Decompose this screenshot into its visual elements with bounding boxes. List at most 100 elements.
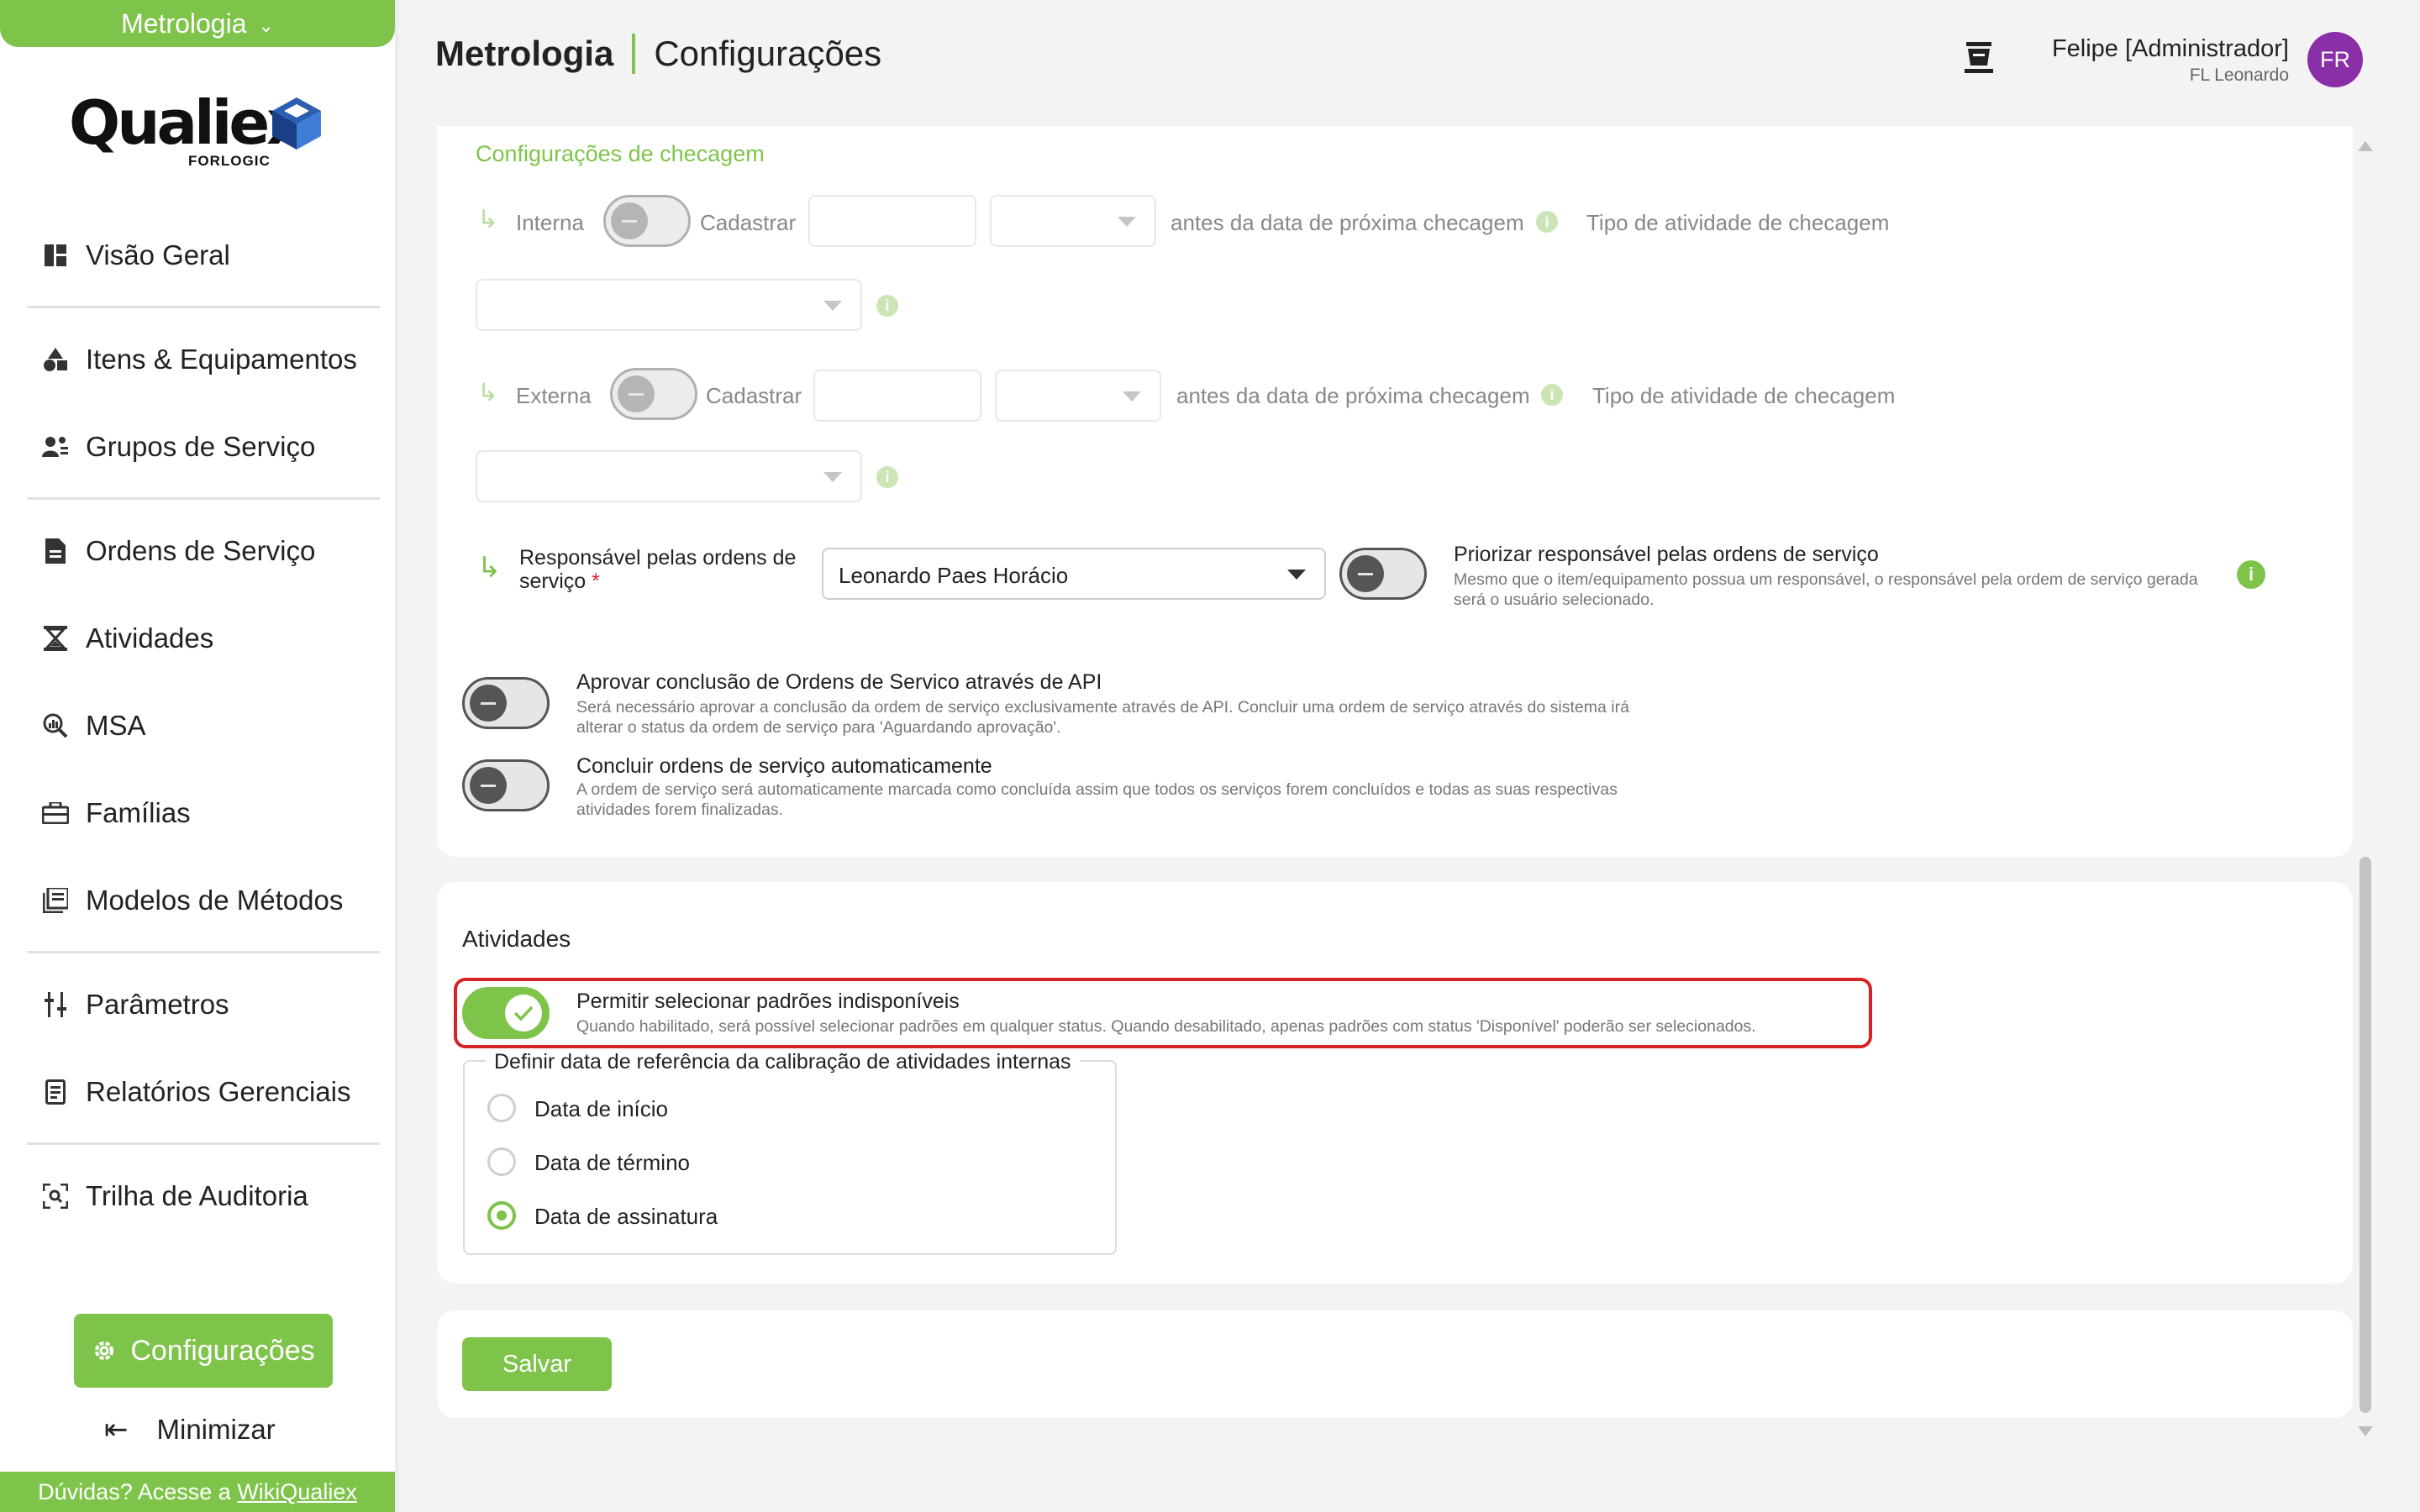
sidebar-item-modelos-metodos[interactable]: Modelos de Métodos [40, 875, 376, 926]
toggle-knob [505, 995, 542, 1032]
sidebar-item-label: MSA [86, 710, 146, 741]
check-icon [513, 1005, 534, 1021]
sidebar-item-label: Parâmetros [86, 989, 229, 1020]
sidebar-item-relatorios[interactable]: Relatórios Gerenciais [40, 1067, 376, 1117]
external-unit-select[interactable] [995, 370, 1161, 422]
auto-complete-title: Concluir ordens de serviço automaticamen… [576, 754, 992, 778]
help-text: Dúvidas? Acesse a [38, 1479, 231, 1504]
caret-down-icon [1123, 391, 1141, 402]
radio-label: Data de início [534, 1096, 668, 1121]
logo-text: Qualiex [69, 87, 306, 158]
required-mark: * [592, 570, 600, 593]
module-switcher[interactable]: Metrologia ⌄ [0, 0, 395, 47]
radio-data-inicio[interactable] [487, 1094, 516, 1122]
sidebar: Metrologia ⌄ Qualiex FORLOGIC Visão Geral… [0, 0, 395, 1512]
scroll-down-arrow[interactable] [2358, 1426, 2373, 1436]
radio-label: Data de assinatura [534, 1204, 718, 1229]
sidebar-item-label: Ordens de Serviço [86, 535, 316, 566]
toggle-knob [618, 375, 655, 412]
audit-scan-icon [40, 1181, 71, 1211]
sidebar-item-label: Modelos de Métodos [86, 885, 344, 916]
qualiex-logo: Qualiex FORLOGIC [69, 87, 329, 171]
external-label: Externa [516, 383, 592, 408]
auto-complete-toggle[interactable] [462, 759, 550, 811]
sidebar-item-trilha-auditoria[interactable]: Trilha de Auditoria [40, 1171, 376, 1221]
info-icon[interactable]: i [876, 295, 898, 317]
atividades-section-title: Atividades [462, 926, 571, 952]
checagem-section-title: Configurações de checagem [476, 141, 765, 166]
logo-sub: FORLOGIC [188, 153, 271, 169]
api-approval-title: Aprovar conclusão de Ordens de Servico a… [576, 670, 1102, 694]
radio-data-termino[interactable] [487, 1147, 516, 1176]
toggle-knob [611, 202, 648, 239]
sidebar-item-parametros[interactable]: Parâmetros [40, 979, 376, 1030]
title-divider [632, 34, 636, 74]
minimize-button[interactable]: ⇤ Minimizar [104, 1408, 276, 1452]
api-approval-toggle[interactable] [462, 677, 550, 729]
wiki-link[interactable]: WikiQualiex [237, 1479, 357, 1504]
external-days-input[interactable] [813, 370, 981, 422]
toggle-knob [470, 767, 507, 804]
sidebar-item-label: Relatórios Gerenciais [86, 1076, 351, 1107]
internal-activity-type-label: Tipo de atividade de checagem [1586, 210, 1890, 235]
internal-unit-select[interactable] [990, 195, 1156, 247]
allow-unavailable-desc: Quando habilitado, será possível selecio… [576, 1017, 1756, 1036]
info-icon[interactable]: i [876, 466, 898, 488]
module-switcher-label: Metrologia [121, 8, 247, 39]
responsible-label: Responsável pelas ordens de serviço * [519, 546, 810, 593]
user-group-icon [40, 432, 71, 462]
minimize-label: Minimizar [156, 1414, 276, 1445]
external-before-text: antes da data de próxima checagem [1176, 383, 1530, 408]
chevron-down-icon: ⌄ [258, 14, 274, 36]
info-icon[interactable]: i [1536, 211, 1558, 233]
internal-label: Interna [516, 210, 584, 235]
help-bar: Dúvidas? Acesse a WikiQualiex [0, 1472, 395, 1512]
scroll-up-arrow[interactable] [2358, 141, 2373, 151]
sidebar-item-label: Trilha de Auditoria [86, 1180, 308, 1211]
save-button[interactable]: Salvar [462, 1337, 612, 1391]
scrollbar-thumb[interactable] [2360, 857, 2371, 1413]
coffee-icon[interactable] [1965, 42, 1995, 80]
toolbox-icon [40, 798, 71, 828]
responsible-label-text: Responsável pelas ordens de serviço [519, 546, 797, 593]
sidebar-item-label: Atividades [86, 622, 214, 654]
radio-label: Data de término [534, 1150, 690, 1175]
sidebar-item-familias[interactable]: Famílias [40, 788, 376, 838]
sidebar-item-ordens-servico[interactable]: Ordens de Serviço [40, 526, 376, 576]
sidebar-item-label: Grupos de Serviço [86, 431, 316, 462]
external-register-toggle[interactable] [610, 368, 697, 420]
user-name[interactable]: Felipe [Administrador] [2052, 35, 2289, 63]
nav-divider [27, 951, 380, 953]
sidebar-item-visao-geral[interactable]: Visão Geral [40, 230, 376, 281]
responsible-select[interactable]: Leonardo Paes Horácio [822, 548, 1326, 600]
sidebar-item-itens-equipamentos[interactable]: Itens & Equipamentos [40, 334, 376, 385]
info-icon[interactable]: i [1541, 384, 1563, 406]
allow-unavailable-toggle[interactable] [462, 987, 550, 1039]
caret-down-icon [823, 472, 842, 482]
external-activity-type-select[interactable] [476, 450, 862, 502]
logo-cube-icon [272, 97, 321, 150]
sidebar-item-label: Itens & Equipamentos [86, 344, 357, 375]
sidebar-item-msa[interactable]: MSA [40, 701, 376, 751]
internal-before-text: antes da data de próxima checagem [1171, 210, 1524, 235]
prioritize-responsible-toggle[interactable] [1339, 548, 1427, 600]
internal-register-toggle[interactable] [603, 195, 691, 247]
caret-down-icon [1118, 217, 1136, 227]
caret-down-icon [823, 301, 842, 311]
sub-arrow-icon: ↳ [477, 206, 499, 234]
radio-data-assinatura[interactable] [487, 1201, 516, 1230]
sliders-icon [40, 990, 71, 1020]
settings-button[interactable]: Configurações [74, 1314, 333, 1388]
reference-date-legend: Definir data de referência da calibração… [486, 1050, 1080, 1074]
prioritize-title: Priorizar responsável pelas ordens de se… [1454, 543, 1879, 566]
sidebar-item-grupos-servico[interactable]: Grupos de Serviço [40, 422, 376, 472]
info-icon[interactable]: i [2237, 560, 2265, 589]
sub-arrow-icon: ↳ [477, 379, 499, 407]
avatar[interactable]: FR [2307, 32, 2363, 87]
internal-activity-type-select[interactable] [476, 279, 862, 331]
internal-days-input[interactable] [808, 195, 976, 247]
sidebar-item-atividades[interactable]: Atividades [40, 613, 376, 664]
nav-divider [27, 306, 380, 308]
external-activity-type-label: Tipo de atividade de checagem [1592, 383, 1896, 408]
sidebar-item-label: Famílias [86, 797, 191, 828]
